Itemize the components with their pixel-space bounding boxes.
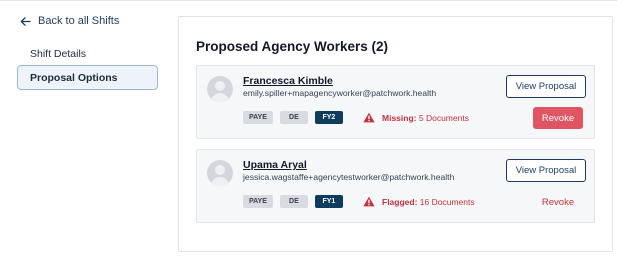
worker-card: Upama Aryal jessica.wagstaffe+agencytest… <box>196 149 595 223</box>
tag-badge: PAYE <box>243 111 273 124</box>
side-nav: Shift Details Proposal Options <box>17 43 158 90</box>
warning-icon <box>363 112 375 123</box>
nav-item-shift-details[interactable]: Shift Details <box>17 43 158 65</box>
worker-name-link[interactable]: Upama Aryal <box>243 159 307 171</box>
worker-tags: PAYE DE FY1 <box>243 195 343 208</box>
warning-icon <box>363 196 375 207</box>
grade-badge: FY2 <box>314 111 343 124</box>
nav-item-label: Shift Details <box>30 48 87 60</box>
tag-badge: PAYE <box>243 195 273 208</box>
arrow-left-icon <box>20 16 31 26</box>
nav-item-proposal-options[interactable]: Proposal Options <box>17 65 158 90</box>
alert-value: 16 Documents <box>419 196 475 207</box>
revoke-button[interactable]: Revoke <box>533 191 583 213</box>
revoke-button[interactable]: Revoke <box>533 107 583 129</box>
tag-badge: DE <box>279 111 308 124</box>
avatar <box>207 76 233 102</box>
panel-title: Proposed Agency Workers (2) <box>196 39 389 54</box>
alert-value: 5 Documents <box>418 112 469 123</box>
avatar <box>207 160 233 186</box>
document-alert: Missing: 5 Documents <box>363 112 469 123</box>
back-link-label: Back to all Shifts <box>38 15 120 27</box>
tag-badge: DE <box>279 195 308 208</box>
worker-card: Francesca Kimble emily.spiller+mapagency… <box>196 65 595 139</box>
worker-tags: PAYE DE FY2 <box>243 111 343 124</box>
view-proposal-button[interactable]: View Proposal <box>506 75 586 98</box>
worker-email: jessica.wagstaffe+agencytestworker@patch… <box>243 172 455 182</box>
view-proposal-button[interactable]: View Proposal <box>506 159 586 182</box>
proposals-panel: Proposed Agency Workers (2) Francesca Ki… <box>178 16 613 252</box>
alert-label: Flagged: <box>382 196 418 207</box>
grade-badge: FY1 <box>314 195 343 208</box>
document-alert: Flagged: 16 Documents <box>363 196 475 207</box>
nav-item-label: Proposal Options <box>30 71 118 84</box>
back-to-shifts-link[interactable]: Back to all Shifts <box>20 15 119 27</box>
alert-label: Missing: <box>382 112 417 123</box>
top-divider <box>0 0 617 1</box>
worker-name-link[interactable]: Francesca Kimble <box>243 75 333 87</box>
worker-email: emily.spiller+mapagencyworker@patchwork.… <box>243 88 437 98</box>
